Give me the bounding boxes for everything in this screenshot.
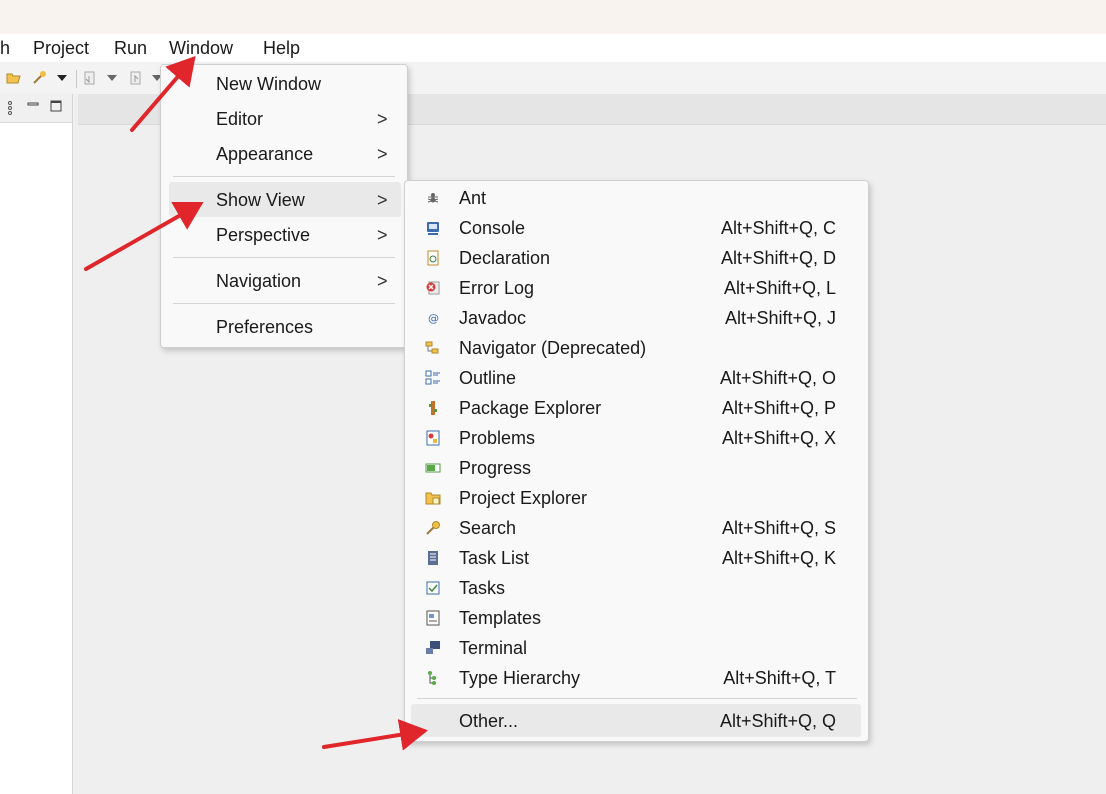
svg-text:@: @ xyxy=(428,312,439,325)
left-panel xyxy=(0,94,73,794)
view-item-templates[interactable]: Templates xyxy=(459,607,541,629)
view-item-terminal[interactable]: Terminal xyxy=(459,637,527,659)
progress-icon xyxy=(425,463,441,473)
tasks-icon xyxy=(426,581,440,595)
chevron-right-icon: > xyxy=(377,225,388,245)
shortcut-other: Alt+Shift+Q, Q xyxy=(719,711,836,731)
chevron-right-icon: > xyxy=(377,109,388,129)
shortcut-javadoc: Alt+Shift+Q, J xyxy=(724,308,836,328)
problems-icon xyxy=(426,430,440,446)
shortcut-console: Alt+Shift+Q, C xyxy=(720,218,836,238)
javadoc-icon: @ xyxy=(428,312,439,325)
menu-window[interactable]: Window xyxy=(169,37,233,59)
view-item-ant[interactable]: Ant xyxy=(459,187,486,209)
menu-item-show-view[interactable]: Show View xyxy=(216,189,305,211)
wand-icon[interactable] xyxy=(31,70,47,86)
menu-help[interactable]: Help xyxy=(263,37,300,59)
project-explorer-icon xyxy=(425,492,441,505)
search-icon xyxy=(426,521,440,535)
toolbar-separator xyxy=(76,70,77,88)
menu-item-editor[interactable]: Editor xyxy=(216,108,263,130)
chevron-right-icon: > xyxy=(377,271,388,291)
terminal-icon xyxy=(426,641,440,654)
view-item-other[interactable]: Other... xyxy=(459,710,518,732)
chevron-right-icon: > xyxy=(377,190,388,210)
previous-annotation-icon[interactable] xyxy=(128,70,144,86)
panel-header xyxy=(0,94,72,123)
task-list-icon xyxy=(428,551,438,565)
view-item-task-list[interactable]: Task List xyxy=(459,547,529,569)
menu-separator xyxy=(173,303,395,304)
show-view-submenu: Ant Console Alt+Shift+Q, C Declaration A… xyxy=(404,180,869,742)
outline-icon xyxy=(425,370,440,385)
view-item-progress[interactable]: Progress xyxy=(459,457,531,479)
view-item-outline[interactable]: Outline xyxy=(459,367,516,389)
view-item-package-explorer[interactable]: Package Explorer xyxy=(459,397,601,419)
ant-icon xyxy=(427,193,439,203)
console-icon xyxy=(427,222,439,235)
templates-icon xyxy=(426,610,440,626)
menu-search[interactable]: h xyxy=(0,37,10,59)
view-item-declaration[interactable]: Declaration xyxy=(459,247,550,269)
maximize-icon[interactable] xyxy=(50,100,62,112)
shortcut-task-list: Alt+Shift+Q, K xyxy=(721,548,836,568)
shortcut-problems: Alt+Shift+Q, X xyxy=(721,428,836,448)
menu-bar: h Project Run Window Help xyxy=(0,34,1106,62)
view-item-error-log[interactable]: Error Log xyxy=(459,277,534,299)
package-explorer-icon xyxy=(429,401,437,415)
title-bar xyxy=(0,0,1106,34)
menu-item-navigation[interactable]: Navigation xyxy=(216,270,301,292)
menu-item-preferences[interactable]: Preferences xyxy=(216,316,313,338)
error-log-icon xyxy=(426,281,440,295)
view-item-navigator[interactable]: Navigator (Deprecated) xyxy=(459,337,646,359)
view-item-problems[interactable]: Problems xyxy=(459,427,535,449)
dropdown-arrow-icon[interactable] xyxy=(54,70,70,86)
shortcut-search: Alt+Shift+Q, S xyxy=(721,518,836,538)
type-hierarchy-icon xyxy=(428,671,436,685)
menu-item-new-window[interactable]: New Window xyxy=(216,73,321,95)
menu-item-appearance[interactable]: Appearance xyxy=(216,143,313,165)
view-item-console[interactable]: Console xyxy=(459,217,525,239)
menu-project[interactable]: Project xyxy=(33,37,89,59)
open-folder-icon[interactable] xyxy=(6,70,22,86)
next-annotation-icon[interactable] xyxy=(82,70,98,86)
menu-item-perspective[interactable]: Perspective xyxy=(216,224,310,246)
menu-separator xyxy=(173,176,395,177)
shortcut-type-hierarchy: Alt+Shift+Q, T xyxy=(723,668,836,688)
minimize-icon[interactable] xyxy=(27,100,39,112)
shortcut-declaration: Alt+Shift+Q, D xyxy=(720,248,836,268)
view-item-type-hierarchy[interactable]: Type Hierarchy xyxy=(459,667,580,689)
view-item-project-explorer[interactable]: Project Explorer xyxy=(459,487,587,509)
menu-separator xyxy=(417,698,857,699)
view-menu-icon[interactable] xyxy=(6,101,14,115)
shortcut-package-explorer: Alt+Shift+Q, P xyxy=(721,398,836,418)
navigator-icon xyxy=(425,341,439,354)
shortcut-outline: Alt+Shift+Q, O xyxy=(719,368,836,388)
menu-separator xyxy=(173,257,395,258)
declaration-icon xyxy=(427,250,439,266)
window-menu: New Window Editor > Appearance > Show Vi… xyxy=(160,64,408,348)
dropdown-arrow-icon[interactable] xyxy=(104,70,120,86)
shortcut-error-log: Alt+Shift+Q, L xyxy=(723,278,836,298)
view-item-javadoc[interactable]: Javadoc xyxy=(459,307,526,329)
view-item-tasks[interactable]: Tasks xyxy=(459,577,505,599)
view-item-search[interactable]: Search xyxy=(459,517,516,539)
chevron-right-icon: > xyxy=(377,144,388,164)
menu-run[interactable]: Run xyxy=(114,37,147,59)
